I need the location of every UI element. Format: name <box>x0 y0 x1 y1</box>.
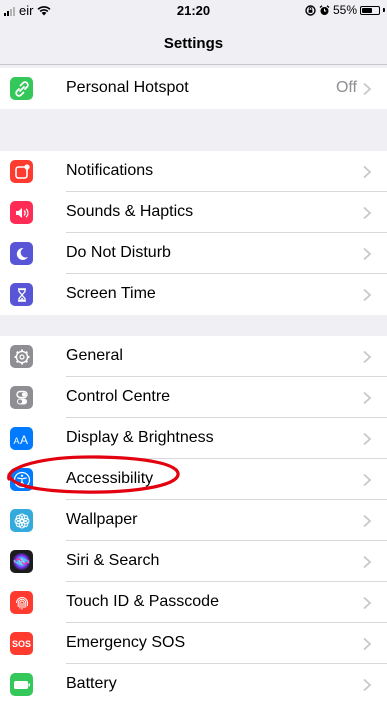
settings-group-general: General Control Centre A A Display & Bri… <box>0 336 387 705</box>
flower-icon <box>10 509 33 532</box>
status-bar: eir 21:20 55% <box>0 0 387 22</box>
notifications-icon <box>10 160 33 183</box>
battery-tip <box>383 8 385 12</box>
orientation-lock-icon <box>305 4 316 16</box>
toggles-icon <box>10 386 33 409</box>
battery-percent: 55% <box>332 3 357 17</box>
settings-row-general[interactable]: General <box>0 336 387 377</box>
settings-row-label: General <box>66 347 123 364</box>
chevron-right-icon <box>363 165 372 179</box>
personal-hotspot-status: Off <box>335 79 357 96</box>
settings-row-notifications[interactable]: Notifications <box>0 151 387 192</box>
settings-row-control-centre[interactable]: Control Centre <box>0 377 387 418</box>
sos-icon: SOS <box>10 632 33 655</box>
chevron-right-icon <box>363 82 372 96</box>
alarm-icon <box>319 4 330 15</box>
chevron-right-icon <box>363 596 372 610</box>
settings-row-emergency-sos[interactable]: SOS Emergency SOS <box>0 623 387 664</box>
settings-row-label: Do Not Disturb <box>66 244 171 261</box>
status-bar-right: 55% <box>305 3 385 17</box>
chevron-right-icon <box>363 432 372 446</box>
chevron-right-icon <box>363 206 372 220</box>
settings-row-label: Control Centre <box>66 388 171 405</box>
settings-row-label: Personal Hotspot <box>66 79 189 96</box>
speaker-icon <box>10 201 33 224</box>
settings-row-touch-id-passcode[interactable]: Touch ID & Passcode <box>0 582 387 623</box>
settings-row-siri-search[interactable]: Siri & Search <box>0 541 387 582</box>
settings-row-label: Battery <box>66 675 117 692</box>
settings-row-wallpaper[interactable]: Wallpaper <box>0 500 387 541</box>
chevron-right-icon <box>363 637 372 651</box>
settings-row-display-brightness[interactable]: A A Display & Brightness <box>0 418 387 459</box>
settings-row-label: Notifications <box>66 162 154 179</box>
accessibility-icon <box>10 468 33 491</box>
chevron-right-icon <box>363 350 372 364</box>
chevron-right-icon <box>363 247 372 261</box>
settings-row-label: Wallpaper <box>66 511 138 528</box>
chevron-right-icon <box>363 391 372 405</box>
hourglass-icon <box>10 283 33 306</box>
personal-hotspot-icon <box>10 77 33 100</box>
fingerprint-icon <box>10 591 33 614</box>
settings-row-accessibility[interactable]: Accessibility <box>0 459 387 500</box>
settings-group-notifications: Notifications Sounds & Haptics Do Not Di… <box>0 151 387 315</box>
settings-group-connectivity: Personal Hotspot Off <box>0 68 387 109</box>
chevron-right-icon <box>363 555 372 569</box>
settings-row-label: Sounds & Haptics <box>66 203 194 220</box>
siri-icon <box>10 550 33 573</box>
nav-divider <box>0 64 387 65</box>
battery-status-icon <box>360 5 380 15</box>
text-size-icon: A A <box>10 427 33 450</box>
settings-row-label: Accessibility <box>66 470 154 487</box>
svg-text:A: A <box>20 433 28 446</box>
settings-row-sounds-haptics[interactable]: Sounds & Haptics <box>0 192 387 233</box>
settings-row-do-not-disturb[interactable]: Do Not Disturb <box>0 233 387 274</box>
settings-row-label: Display & Brightness <box>66 429 214 446</box>
svg-text:A: A <box>13 436 19 446</box>
settings-row-label: Siri & Search <box>66 552 160 569</box>
gear-icon <box>10 345 33 368</box>
chevron-right-icon <box>363 514 372 528</box>
chevron-right-icon <box>363 473 372 487</box>
chevron-right-icon <box>363 288 372 302</box>
settings-row-screen-time[interactable]: Screen Time <box>0 274 387 315</box>
moon-icon <box>10 242 33 265</box>
settings-row-label: Screen Time <box>66 285 156 302</box>
settings-row-personal-hotspot[interactable]: Personal Hotspot Off <box>0 68 387 109</box>
settings-row-battery[interactable]: Battery <box>0 664 387 705</box>
settings-row-label: Emergency SOS <box>66 634 186 651</box>
settings-row-label: Touch ID & Passcode <box>66 593 219 610</box>
page-title: Settings <box>163 35 224 52</box>
chevron-right-icon <box>363 678 372 692</box>
